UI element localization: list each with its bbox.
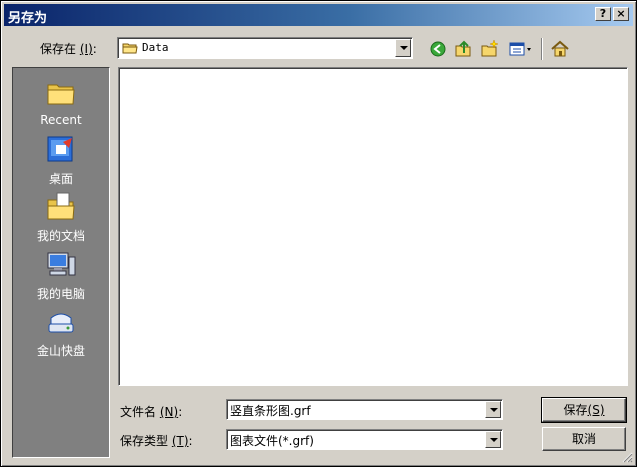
drive-icon — [48, 313, 74, 333]
save-in-dropdown-button[interactable] — [395, 39, 411, 57]
save-in-label: 保存在 (I): — [40, 40, 97, 57]
save-in-value: Data — [142, 41, 169, 54]
folder-icon — [122, 43, 138, 54]
close-button[interactable]: × — [613, 7, 629, 21]
place-kuaipan[interactable]: 金山快盘 — [13, 306, 109, 362]
save-button[interactable]: 保存(S) — [541, 397, 627, 423]
filetype-hotkey: (T) — [171, 434, 189, 448]
save-in-hotkey: (I) — [79, 42, 93, 56]
window-title: 另存为 — [8, 11, 48, 26]
filetype-colon: : — [188, 434, 193, 448]
filetype-dropdown-button[interactable] — [485, 431, 501, 448]
place-recent[interactable]: Recent — [13, 77, 109, 133]
place-documents[interactable]: 我的文档 — [13, 191, 109, 247]
place-desktop-label: 桌面 — [48, 172, 73, 186]
filetype-label: 保存类型 (T): — [120, 432, 193, 449]
filetype-label-text: 保存类型 — [120, 434, 169, 448]
cancel-button[interactable]: 取消 — [542, 427, 626, 451]
help-button[interactable]: ? — [595, 7, 611, 21]
place-recent-label: Recent — [40, 113, 82, 127]
filetype-value: 图表文件(*.grf) — [230, 434, 314, 448]
filename-combo[interactable]: 竖直条形图.grf — [226, 399, 503, 420]
filename-input[interactable]: 竖直条形图.grf — [230, 402, 311, 419]
save-as-dialog: 另存为 ? × 保存在 (I): Data Recent 桌面 我的文档 我的电… — [0, 0, 637, 467]
my-documents-icon — [47, 192, 75, 220]
recent-folder-icon — [47, 84, 75, 105]
save-in-combo[interactable]: Data — [117, 37, 413, 59]
toolbar-separator — [541, 38, 543, 60]
filename-hotkey: (N) — [159, 405, 179, 419]
place-computer-label: 我的电脑 — [36, 287, 85, 301]
place-kuaipan-label: 金山快盘 — [36, 344, 85, 358]
save-in-label-text: 保存在 — [40, 42, 77, 56]
save-button-hotkey: (S) — [587, 403, 605, 417]
back-icon[interactable] — [427, 38, 449, 60]
title-bar[interactable]: 另存为 ? × — [4, 4, 633, 26]
place-documents-label: 我的文档 — [36, 229, 85, 243]
desktop-icon — [47, 136, 73, 162]
place-desktop[interactable]: 桌面 — [13, 134, 109, 190]
new-folder-icon[interactable] — [479, 38, 501, 60]
home-icon[interactable] — [549, 38, 571, 60]
filename-colon: : — [178, 405, 183, 419]
my-computer-icon — [47, 252, 76, 276]
save-button-label: 保存 — [563, 403, 588, 417]
filename-label-text: 文件名 — [120, 405, 157, 419]
filename-dropdown-button[interactable] — [485, 401, 501, 418]
filetype-combo[interactable]: 图表文件(*.grf) — [226, 429, 503, 450]
view-menu-icon[interactable] — [507, 38, 535, 60]
up-folder-icon[interactable] — [453, 38, 475, 60]
filename-label: 文件名 (N): — [120, 403, 182, 420]
file-list[interactable] — [118, 67, 628, 386]
save-in-colon: : — [92, 42, 97, 56]
places-bar: Recent 桌面 我的文档 我的电脑 金山快盘 — [12, 67, 110, 458]
place-computer[interactable]: 我的电脑 — [13, 249, 109, 305]
resize-grip-icon[interactable] — [621, 451, 633, 463]
